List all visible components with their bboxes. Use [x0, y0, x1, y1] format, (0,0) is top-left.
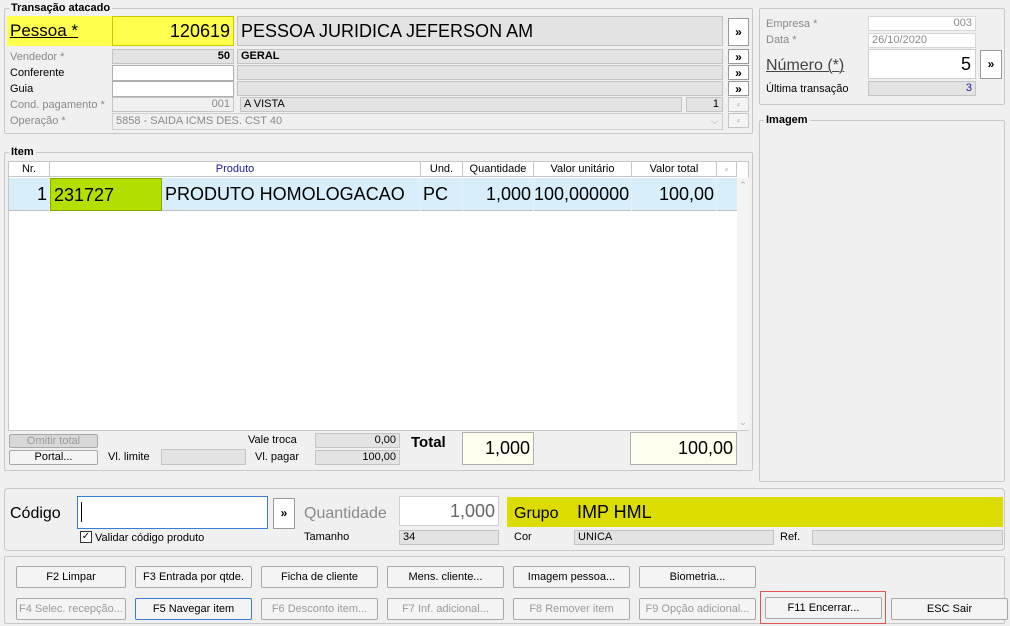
- imagem-pessoa-button[interactable]: Imagem pessoa...: [513, 566, 630, 588]
- transaction-group-title: Transação atacado: [9, 2, 113, 14]
- ref-label: Ref.: [780, 531, 801, 543]
- empresa-label: Empresa *: [766, 18, 818, 30]
- column-header-produto[interactable]: Produto: [50, 162, 421, 177]
- column-header-valor-unitario[interactable]: Valor unitário: [534, 162, 632, 177]
- cond-pagamento-options-icon[interactable]: ⸗: [728, 97, 749, 112]
- guia-name-field: [237, 81, 723, 96]
- pessoa-name-field: PESSOA JURIDICA JEFERSON AM: [237, 16, 723, 46]
- column-header-nr[interactable]: Nr.: [9, 162, 50, 177]
- conferente-label: Conferente: [10, 67, 65, 79]
- codigo-label: Código: [10, 505, 61, 522]
- codigo-input[interactable]: [77, 496, 268, 529]
- vendedor-name-field: GERAL: [237, 49, 723, 64]
- chevron-down-icon: ⌵: [711, 116, 718, 126]
- quantidade-label: Quantidade: [304, 505, 387, 522]
- esc-sair-button[interactable]: ESC Sair: [891, 598, 1008, 620]
- ultima-transacao-field: 3: [868, 81, 976, 96]
- f11-encerrar-button[interactable]: F11 Encerrar...: [765, 597, 882, 619]
- operacao-value: 5858 - SAIDA ICMS DES. CST 40: [116, 115, 283, 127]
- total-valor-field: 100,00: [630, 432, 737, 465]
- imagem-group: [759, 120, 1005, 482]
- data-field: 26/10/2020: [868, 33, 976, 48]
- operacao-label: Operação *: [10, 115, 66, 127]
- vertical-scrollbar[interactable]: ⌃ ⌄: [737, 178, 749, 430]
- vendedor-code-field: 50: [112, 49, 234, 64]
- f8-remover-item-button[interactable]: F8 Remover item: [513, 598, 630, 620]
- vale-troca-label: Vale troca: [248, 434, 297, 446]
- items-grid: Nr. Produto Und. Quantidade Valor unitár…: [8, 161, 749, 431]
- portal-button[interactable]: Portal...: [9, 450, 98, 465]
- f2-limpar-button[interactable]: F2 Limpar: [16, 566, 126, 588]
- vale-troca-field: 0,00: [315, 433, 400, 448]
- grupo-label: Grupo: [514, 505, 559, 522]
- f3-entrada-button[interactable]: F3 Entrada por qtde.: [135, 566, 252, 588]
- numero-label: Número (*): [766, 57, 845, 74]
- cell-codigo: 231727: [50, 178, 162, 211]
- f5-navegar-item-button[interactable]: F5 Navegar item: [135, 598, 252, 620]
- cell-valor-total: 100,00: [632, 178, 717, 211]
- column-header-quantidade[interactable]: Quantidade: [463, 162, 534, 177]
- cell-nr: 1: [9, 178, 50, 211]
- cor-label: Cor: [514, 531, 532, 543]
- scroll-up-icon[interactable]: ⌃: [737, 180, 749, 191]
- ultima-transacao-label: Última transação: [766, 83, 849, 95]
- mens-cliente-button[interactable]: Mens. cliente...: [387, 566, 504, 588]
- guia-label: Guia: [10, 83, 34, 95]
- cell-und: PC: [421, 178, 463, 211]
- guia-code-input[interactable]: [112, 81, 234, 97]
- column-options-icon[interactable]: ⸗: [717, 162, 737, 177]
- validar-label[interactable]: Validar código produto: [95, 531, 204, 545]
- numero-input[interactable]: 5: [868, 49, 976, 79]
- imagem-group-title: Imagem: [764, 114, 810, 126]
- cond-pagamento-name-field: A VISTA: [240, 97, 682, 112]
- conferente-code-input[interactable]: [112, 65, 234, 81]
- validar-checkbox[interactable]: ✓: [80, 531, 92, 543]
- cor-field: UNICA: [574, 530, 774, 545]
- vl-limite-field: [161, 449, 246, 465]
- conferente-search-button[interactable]: »: [728, 65, 749, 80]
- f6-desconto-item-button[interactable]: F6 Desconto item...: [261, 598, 378, 620]
- tamanho-label: Tamanho: [304, 531, 350, 543]
- f4-selec-recepcao-button[interactable]: F4 Selec. recepção...: [16, 598, 126, 620]
- pessoa-search-button[interactable]: »: [728, 18, 749, 46]
- column-header-und[interactable]: Und.: [421, 162, 463, 177]
- cell-produto: PRODUTO HOMOLOGACAO: [163, 178, 421, 211]
- ref-field: [812, 530, 1003, 545]
- operacao-select[interactable]: 5858 - SAIDA ICMS DES. CST 40 ⌵: [112, 113, 723, 130]
- codigo-search-button[interactable]: »: [273, 498, 295, 529]
- vendedor-search-button[interactable]: »: [728, 49, 749, 64]
- text-cursor: [81, 502, 82, 522]
- biometria-button[interactable]: Biometria...: [639, 566, 756, 588]
- data-label: Data *: [766, 34, 797, 46]
- pessoa-code-input[interactable]: 120619: [112, 16, 234, 46]
- operacao-options-icon[interactable]: ⸗: [728, 113, 749, 128]
- cond-pagamento-code-field: 001: [112, 97, 234, 112]
- cell-quantidade: 1,000: [463, 178, 534, 211]
- column-header-valor-total[interactable]: Valor total: [632, 162, 717, 177]
- f7-inf-adicional-button[interactable]: F7 Inf. adicional...: [387, 598, 504, 620]
- item-group-title: Item: [9, 146, 36, 158]
- grupo-field: IMP HML: [574, 497, 1003, 527]
- scroll-down-icon[interactable]: ⌄: [737, 417, 749, 428]
- conferente-name-field: [237, 65, 723, 80]
- pessoa-label: Pessoa *: [10, 21, 79, 40]
- omitir-total-button[interactable]: Omitir total: [9, 434, 98, 448]
- empresa-field: 003: [868, 16, 976, 31]
- table-row[interactable]: 1 231727 PRODUTO HOMOLOGACAO PC 1,000 10…: [9, 178, 737, 211]
- quantidade-input[interactable]: 1,000: [399, 496, 499, 526]
- ficha-cliente-button[interactable]: Ficha de cliente: [261, 566, 378, 588]
- guia-search-button[interactable]: »: [728, 81, 749, 96]
- total-label: Total: [411, 434, 446, 451]
- vendedor-label: Vendedor *: [10, 51, 65, 63]
- cond-pagamento-label: Cond. pagamento *: [10, 99, 105, 111]
- cell-valor-unitario: 100,000000: [534, 178, 632, 211]
- f9-opcao-adicional-button[interactable]: F9 Opção adicional...: [639, 598, 756, 620]
- numero-search-button[interactable]: »: [980, 50, 1002, 79]
- total-quantidade-field: 1,000: [462, 432, 534, 465]
- vl-limite-label: Vl. limite: [108, 451, 150, 463]
- parcelas-field: 1: [686, 97, 723, 112]
- vl-pagar-label: Vl. pagar: [255, 451, 300, 463]
- tamanho-field: 34: [399, 530, 499, 545]
- vl-pagar-field: 100,00: [315, 450, 400, 465]
